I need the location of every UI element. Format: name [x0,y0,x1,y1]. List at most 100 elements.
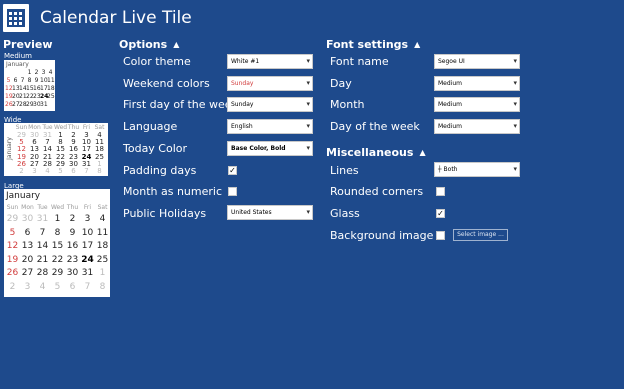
font-name-value: Segoe UI [438,58,465,65]
calendar-day: 3 [41,69,46,76]
calendar-day [5,69,12,77]
glass-label: Glass [330,207,360,220]
calendar-day: 29 [51,268,64,278]
calendar-day: 17 [81,241,94,251]
calendar-day: 7 [84,166,89,175]
rounded-corners-label: Rounded corners [330,185,424,198]
calendar-day: 30 [21,214,34,224]
color-theme-value: White #1 [231,58,260,65]
chevron-up-icon: ▲ [173,40,180,49]
calendar-day: 2 [9,281,16,292]
color-theme-select[interactable]: White #1 ▾ [227,54,313,69]
font-settings-title[interactable]: Font settings ▲ [326,38,420,51]
calendar-day: 28 [19,101,27,108]
calendar-day: 10 [81,227,94,238]
options-title[interactable]: Options ▲ [119,38,179,51]
calendar-day: 8 [97,166,102,175]
language-select[interactable]: English ▾ [227,119,313,134]
background-image-checkbox[interactable] [436,231,445,240]
calendar-day: 24 [40,93,49,100]
weekday-label: Sun [6,204,19,211]
calendar-day: 7 [39,227,46,238]
calendar-day: 21 [36,254,49,265]
font-name-select[interactable]: Segoe UI ▾ [434,54,520,69]
calendar-day: 25 [96,254,109,265]
calendar-day: 6 [24,227,31,238]
options-title-text: Options [119,38,168,51]
chevron-down-icon: ▾ [513,165,517,173]
calendar-day: 14 [19,85,27,92]
calendar-day [19,69,26,77]
padding-days-checkbox[interactable]: ✓ [228,166,237,175]
chevron-down-icon: ▾ [513,122,517,130]
chevron-up-icon: ▲ [419,148,426,157]
calendar-day: 8 [27,77,32,84]
calendar-day: 15 [26,85,34,92]
weekday-label: Sun [15,124,28,131]
checkmark-icon: ✓ [437,209,444,218]
calendar-day: 1 [99,268,106,278]
preview-title: Preview [3,38,53,51]
misc-title-text: Miscellaneous [326,146,414,159]
first-day-value: Sunday [231,101,254,108]
glass-checkbox[interactable]: ✓ [436,209,445,218]
calendar-day: 26 [6,268,19,278]
weekday-label: Mon [21,204,34,211]
font-settings-title-text: Font settings [326,38,409,51]
public-holidays-label: Public Holidays [123,207,207,220]
calendar-day: 21 [19,93,27,100]
calendar-day: 4 [99,214,106,224]
weekday-label: Sat [94,124,105,131]
today-color-label: Today Color [123,142,188,155]
calendar-day: 18 [47,85,55,92]
wide-month: January [5,137,13,160]
calendar-day: 3 [84,214,91,224]
month-font-label: Month [330,98,365,111]
calendar-day: 14 [36,241,49,251]
calendar-day: 13 [12,85,20,92]
lines-value: Both [443,166,458,173]
calendar-day: 30 [66,268,79,278]
large-month: January [6,191,41,201]
calendar-day: 9 [34,77,39,84]
select-image-button[interactable]: Select image ... [453,229,508,241]
chevron-down-icon: ▾ [306,144,310,152]
calendar-day: 7 [20,77,25,84]
calendar-day: 23 [33,93,41,100]
chevron-down-icon: ▾ [513,79,517,87]
lines-select[interactable]: ┼ Both ▾ [434,162,520,177]
calendar-day: 6 [13,77,18,84]
month-numeric-checkbox[interactable] [228,187,237,196]
calendar-day: 2 [19,166,24,175]
weekday-label: Fri [83,204,92,211]
calendar-day: 3 [32,166,37,175]
calendar-day: 1 [27,69,32,76]
first-day-select[interactable]: Sunday ▾ [227,97,313,112]
lines-grid-icon: ┼ [438,166,442,173]
lines-label: Lines [330,164,359,177]
weekday-label: Wed [50,204,65,211]
today-color-select[interactable]: Base Color, Bold ▾ [227,141,313,156]
lines-value-wrap: ┼ Both [438,166,458,173]
calendar-day: 28 [36,268,49,278]
day-of-week-font-select[interactable]: Medium ▾ [434,119,520,134]
calendar-day: 2 [69,214,76,224]
calendar-day: 5 [54,281,61,292]
rounded-corners-checkbox[interactable] [436,187,445,196]
day-font-select[interactable]: Medium ▾ [434,76,520,91]
medium-tile-preview: January 1 2 3 4 5 6 7 8 9 10 11 12 13 14 15 16 17 18 19 20 2… [4,60,55,111]
wide-day-grid: 29 30 31 1 2 3 4 5 6 7 8 9 10 11 12 13 14 15 16 17 18 19 20 21 2… [15,131,106,175]
day-of-week-font-value: Medium [438,123,462,130]
chevron-down-icon: ▾ [513,57,517,65]
weekday-label: Thu [66,204,79,211]
calendar-day: 12 [5,85,13,92]
month-font-select[interactable]: Medium ▾ [434,97,520,112]
misc-title[interactable]: Miscellaneous ▲ [326,146,426,159]
calendar-day: 26 [5,101,13,108]
weekend-colors-select[interactable]: Sunday ▾ [227,76,313,91]
calendar-day: 29 [6,214,19,224]
calendar-day: 19 [5,93,13,100]
calendar-day: 4 [45,166,50,175]
public-holidays-select[interactable]: United States ▾ [227,205,313,220]
chevron-down-icon: ▾ [306,100,310,108]
